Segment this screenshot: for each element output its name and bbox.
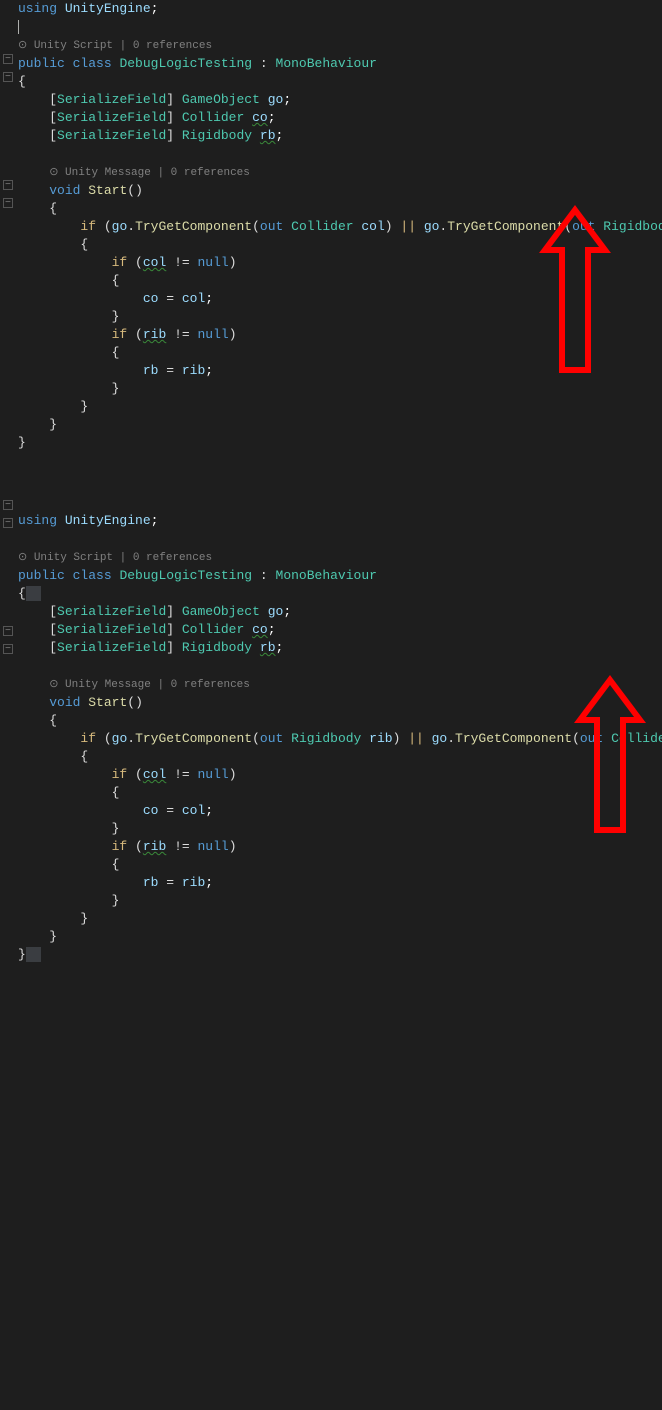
fold-icon[interactable]: − <box>3 72 13 82</box>
type-rigidbody: Rigidbody <box>182 128 252 143</box>
codelens-refs[interactable]: ⊙ Unity Script | 0 references <box>18 40 212 52</box>
class-name: DebugLogicTesting <box>119 56 252 71</box>
fn-trygetcomponent: TryGetComponent <box>135 219 252 234</box>
codelens-refs[interactable]: ⊙ Unity Script | 0 references <box>18 552 212 564</box>
kw-void: void <box>49 183 80 198</box>
fold-icon[interactable]: − <box>3 518 13 528</box>
kw-public: public <box>18 56 65 71</box>
code-block-2[interactable]: using UnityEngine; ⊙ Unity Script | 0 re… <box>18 512 662 964</box>
fold-icon[interactable]: − <box>3 500 13 510</box>
kw-using: using <box>18 1 57 16</box>
type-gameobject: GameObject <box>182 92 260 107</box>
codelens-refs[interactable]: ⊙ Unity Message | 0 references <box>49 679 250 691</box>
fold-icon[interactable]: − <box>3 198 13 208</box>
type-collider: Collider <box>182 110 244 125</box>
fold-icon[interactable]: − <box>3 644 13 654</box>
base-class: MonoBehaviour <box>276 56 377 71</box>
ns: UnityEngine <box>65 1 151 16</box>
kw-class: class <box>73 56 112 71</box>
code-editor[interactable]: − − − − using UnityEngine; ⊙ Unity Scrip… <box>0 0 662 964</box>
fold-icon[interactable]: − <box>3 626 13 636</box>
method-start: Start <box>88 183 127 198</box>
fold-icon[interactable]: − <box>3 180 13 190</box>
codelens-refs[interactable]: ⊙ Unity Message | 0 references <box>49 167 250 179</box>
field-go: go <box>268 92 284 107</box>
attr-serializefield: SerializeField <box>57 92 166 107</box>
text-cursor <box>18 20 19 34</box>
gutter: − − − − <box>0 450 18 1410</box>
divider <box>0 452 662 512</box>
field-rb: rb <box>260 128 276 143</box>
kw-if: if <box>80 219 96 234</box>
field-co: co <box>252 110 268 125</box>
fold-icon[interactable]: − <box>3 54 13 64</box>
code-block-1[interactable]: using UnityEngine; ⊙ Unity Script | 0 re… <box>18 0 662 452</box>
